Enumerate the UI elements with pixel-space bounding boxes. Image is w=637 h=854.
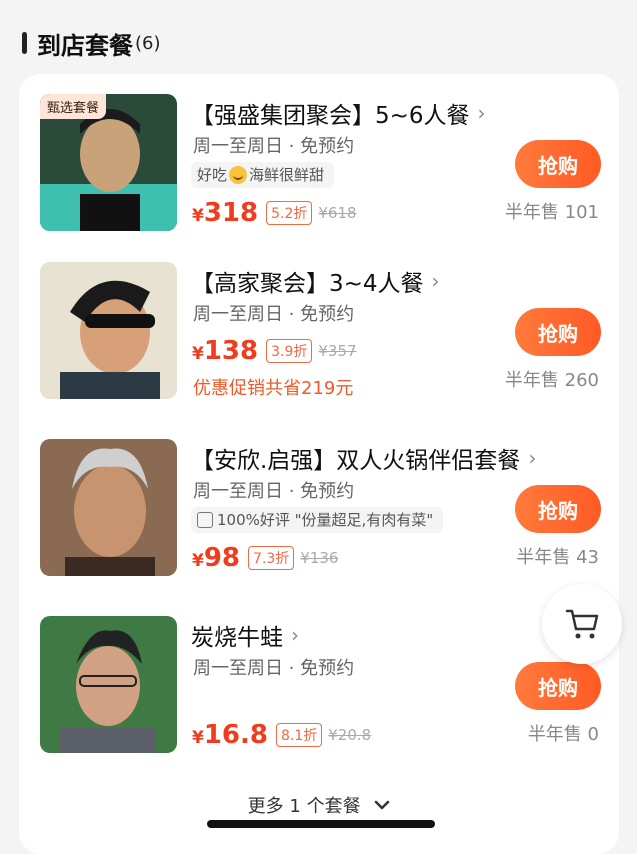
portrait-image: [40, 262, 177, 399]
original-price: ¥618: [318, 204, 357, 222]
buy-button[interactable]: 抢购: [515, 662, 601, 710]
package-item[interactable]: 【安欣.启强】双人火锅伴侣套餐 › 周一至周日 · 免预约 100%好评 "份量…: [19, 439, 619, 579]
review-text-start: 好吃: [197, 166, 228, 184]
promotion-savings: 优惠促销共省219元: [193, 378, 354, 399]
review-snippet: 好吃 海鲜很鲜甜: [191, 162, 335, 188]
chevron-right-icon: ›: [477, 101, 486, 125]
price-row: ¥ 98 7.3折 ¥136: [192, 543, 338, 573]
package-list-card: 甄选套餐 【强盛集团聚会】5~6人餐 › 周一至周日 · 免预约 好吃 海鲜很鲜…: [19, 74, 619, 854]
currency-symbol: ¥: [192, 206, 204, 226]
discount-badge: 5.2折: [266, 201, 313, 225]
chevron-down-icon: [374, 794, 390, 815]
sale-price: 318: [203, 198, 259, 228]
currency-symbol: ¥: [192, 728, 204, 748]
smile-emoji-icon: [229, 166, 248, 184]
sale-price: 98: [203, 543, 241, 573]
package-title[interactable]: 炭烧牛蛙 ›: [191, 618, 299, 652]
sales-count: 半年售 0: [527, 724, 599, 745]
sales-count: 半年售 43: [516, 547, 599, 568]
package-item[interactable]: 炭烧牛蛙 › 周一至周日 · 免预约 ¥ 16.8 8.1折 ¥20.8 抢购 …: [19, 616, 619, 756]
section-accent-bar: [22, 32, 27, 54]
package-thumbnail[interactable]: [40, 262, 177, 399]
buy-button[interactable]: 抢购: [515, 308, 601, 356]
discount-badge: 7.3折: [248, 546, 295, 570]
buy-button[interactable]: 抢购: [515, 140, 601, 188]
package-thumbnail[interactable]: [40, 439, 177, 576]
package-item[interactable]: 【高家聚会】3~4人餐 › 周一至周日 · 免预约 ¥ 138 3.9折 ¥35…: [19, 262, 619, 402]
review-text: 100%好评 "份量超足,有肉有菜": [217, 511, 434, 529]
sale-price: 138: [203, 336, 259, 366]
review-snippet: 100%好评 "份量超足,有肉有菜": [191, 507, 444, 533]
home-indicator: [207, 820, 435, 828]
package-title-text: 【强盛集团聚会】5~6人餐: [191, 103, 470, 129]
sale-price: 16.8: [203, 720, 268, 750]
package-title-text: 【高家聚会】3~4人餐: [191, 271, 424, 297]
package-availability: 周一至周日 · 免预约: [193, 136, 355, 157]
currency-symbol: ¥: [192, 344, 204, 364]
package-title-text: 炭烧牛蛙: [191, 625, 283, 651]
chevron-right-icon: ›: [431, 269, 440, 293]
package-title-text: 【安欣.启强】双人火锅伴侣套餐: [191, 448, 521, 474]
package-title[interactable]: 【高家聚会】3~4人餐 ›: [191, 264, 440, 298]
price-row: ¥ 318 5.2折 ¥618: [192, 198, 357, 228]
package-item[interactable]: 甄选套餐 【强盛集团聚会】5~6人餐 › 周一至周日 · 免预约 好吃 海鲜很鲜…: [19, 94, 619, 234]
selected-package-badge: 甄选套餐: [40, 94, 107, 119]
chevron-right-icon: ›: [528, 446, 537, 470]
package-title[interactable]: 【安欣.启强】双人火锅伴侣套餐 ›: [191, 441, 536, 475]
discount-badge: 8.1折: [276, 723, 323, 747]
package-availability: 周一至周日 · 免预约: [193, 481, 355, 502]
package-availability: 周一至周日 · 免预约: [193, 304, 355, 325]
section-title: 到店套餐: [37, 31, 133, 60]
portrait-image: [40, 439, 177, 576]
original-price: ¥357: [318, 342, 357, 360]
sales-count: 半年售 101: [504, 202, 599, 223]
original-price: ¥136: [300, 549, 339, 567]
show-more-label: 更多 1 个套餐: [247, 796, 361, 817]
section-count: (6): [135, 32, 161, 54]
buy-button[interactable]: 抢购: [515, 485, 601, 533]
original-price: ¥20.8: [328, 726, 372, 744]
thumbs-up-icon: [197, 512, 213, 528]
price-row: ¥ 138 3.9折 ¥357: [192, 336, 357, 366]
show-more-packages[interactable]: 更多 1 个套餐: [19, 792, 619, 818]
sales-count: 半年售 260: [504, 370, 599, 391]
discount-badge: 3.9折: [266, 339, 313, 363]
package-title[interactable]: 【强盛集团聚会】5~6人餐 ›: [191, 96, 486, 130]
portrait-image: [40, 616, 177, 753]
package-thumbnail[interactable]: 甄选套餐: [40, 94, 177, 231]
package-availability: 周一至周日 · 免预约: [193, 658, 355, 679]
section-header: 到店套餐 (6): [22, 26, 161, 60]
review-text-end: 海鲜很鲜甜: [249, 166, 325, 184]
price-row: ¥ 16.8 8.1折 ¥20.8: [192, 720, 371, 750]
currency-symbol: ¥: [192, 551, 204, 571]
chevron-right-icon: ›: [291, 623, 299, 647]
cart-button[interactable]: [542, 584, 622, 664]
cart-icon: [565, 609, 599, 639]
package-thumbnail[interactable]: [40, 616, 177, 753]
